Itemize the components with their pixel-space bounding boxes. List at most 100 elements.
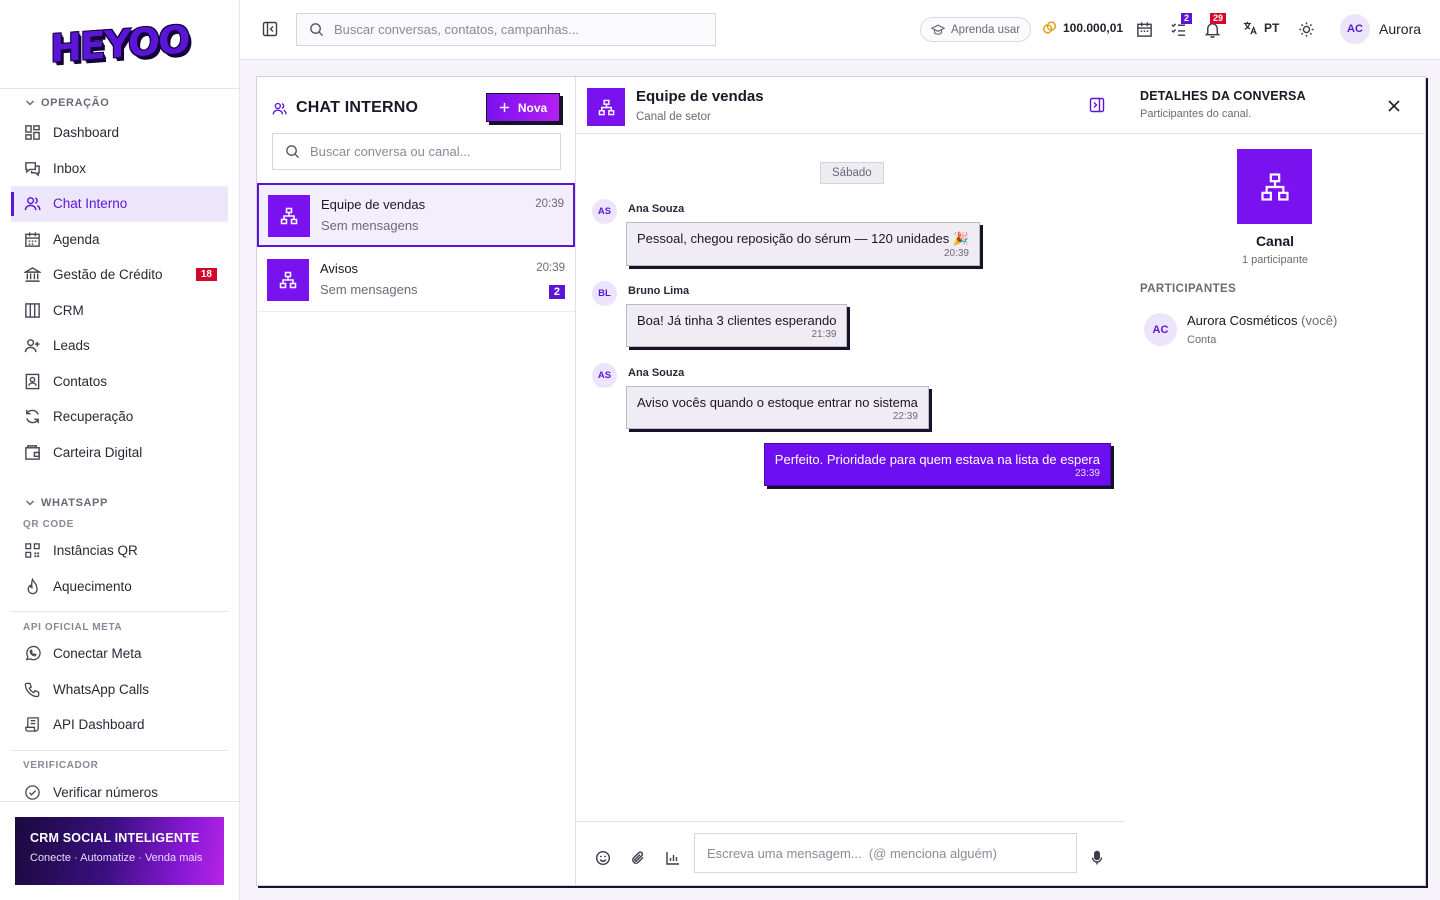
topbar: Aprenda usar 100.000,01 2 29 PT AC Auror…: [240, 0, 1440, 60]
day-separator: Sábado: [820, 162, 884, 184]
hierarchy-icon: [598, 99, 614, 115]
global-search-input[interactable]: [334, 22, 714, 37]
message-text: Aviso vocês quando o estoque entrar no s…: [637, 395, 918, 410]
message-time: 22:39: [892, 411, 918, 422]
unread-badge: 2: [548, 285, 565, 299]
chat-header: Equipe de vendas Canal de setor: [576, 77, 1125, 134]
user-menu[interactable]: AC Aurora: [1340, 14, 1421, 44]
sidebar-item-dashboard[interactable]: Dashboard: [11, 115, 228, 151]
sidebar-item-label: Conectar Meta: [53, 646, 142, 662]
conversation-search[interactable]: [272, 133, 561, 170]
chevron-down-icon: [25, 100, 35, 106]
sidebar-item-inbox[interactable]: Inbox: [11, 151, 228, 187]
coins-icon: [1042, 21, 1057, 34]
sidebar-item-carteira-digital[interactable]: Carteira Digital: [11, 435, 228, 471]
sidebar-item-label: Carteira Digital: [53, 444, 143, 460]
promo-title: CRM SOCIAL INTELIGENTE: [30, 831, 200, 845]
promo-banner[interactable]: CRM SOCIAL INTELIGENTE Conecte · Automat…: [15, 817, 224, 885]
sidebar-item-label: Instâncias QR: [53, 543, 138, 559]
sidebar-item-label: Verificar números: [53, 784, 159, 800]
poll-chart-icon[interactable]: [665, 850, 681, 866]
sidebar-item-label: Contatos: [53, 373, 108, 389]
emoji-icon[interactable]: [595, 850, 611, 866]
avatar: AC: [1340, 14, 1370, 44]
conversation-item[interactable]: Avisos Sem mensagens 20:39 2: [257, 248, 575, 312]
notifications-badge: 29: [1210, 13, 1227, 24]
sidebar-item-whatsapp-calls[interactable]: WhatsApp Calls: [11, 672, 228, 708]
sidebar-item-contatos[interactable]: Contatos: [11, 364, 228, 400]
users-icon: [272, 102, 287, 114]
conversation-time: 20:39: [535, 198, 564, 210]
logo[interactable]: HEYOO: [0, 0, 239, 89]
message-text: Boa! Já tinha 3 clientes esperando: [637, 313, 837, 328]
logo-text: HEYOO: [50, 17, 189, 71]
translate-icon: [1243, 21, 1257, 35]
section-title: OPERAÇÃO: [41, 97, 110, 109]
sun-icon[interactable]: [1298, 21, 1315, 38]
channel-icon-box: [268, 195, 310, 237]
list-header: CHAT INTERNO Nova: [272, 93, 560, 123]
participant-role: Conta: [1187, 334, 1217, 346]
microphone-icon[interactable]: [1089, 850, 1105, 866]
coins-balance[interactable]: 100.000,01: [1042, 20, 1123, 35]
conversation-search-input[interactable]: [310, 144, 560, 159]
sidebar-item-verificar-numeros[interactable]: Verificar números: [11, 775, 228, 803]
message-bubble[interactable]: Boa! Já tinha 3 clientes esperando 21:39: [626, 304, 848, 347]
check-circle-icon: [25, 784, 40, 800]
conversation-time: 20:39: [536, 262, 565, 274]
user-name: Aurora: [1379, 21, 1422, 37]
paperclip-icon[interactable]: [630, 850, 646, 866]
message-input[interactable]: [694, 833, 1077, 873]
close-icon[interactable]: [1387, 99, 1401, 113]
global-search[interactable]: [296, 13, 716, 46]
qr-code-icon: [25, 543, 40, 559]
details-header: DETALHES DA CONVERSA Participantes do ca…: [1125, 77, 1425, 134]
language-switch[interactable]: PT: [1242, 20, 1279, 36]
participant-name: Aurora Cosméticos: [1187, 313, 1298, 328]
own-message-bubble[interactable]: Perfeito. Prioridade para quem estava na…: [763, 443, 1111, 486]
subsection-qr-code: QR CODE: [23, 518, 74, 530]
message-bubble[interactable]: Pessoal, chegou reposição do sérum — 120…: [626, 222, 980, 266]
sidebar-item-instancias-qr[interactable]: Instâncias QR: [11, 533, 228, 569]
sidebar-item-label: API Dashboard: [53, 717, 145, 733]
message-author: Bruno Lima: [628, 285, 690, 297]
section-whatsapp[interactable]: WHATSAPP: [0, 491, 239, 515]
calendar-icon[interactable]: [1136, 21, 1153, 38]
sidebar-item-recuperacao[interactable]: Recuperação: [11, 399, 228, 435]
message-bubble[interactable]: Aviso vocês quando o estoque entrar no s…: [626, 386, 929, 429]
section-operacao[interactable]: OPERAÇÃO: [0, 91, 239, 115]
divider: [11, 611, 228, 612]
subsection-api-meta: API OFICIAL META: [23, 621, 123, 633]
conversation-name: Avisos: [320, 261, 359, 276]
avatar: AS: [592, 199, 617, 224]
plus-icon: [499, 102, 509, 113]
sidebar-item-chat-interno[interactable]: Chat Interno: [11, 186, 228, 222]
coins-value: 100.000,01: [1063, 20, 1124, 35]
chat-subtitle: Canal de setor: [636, 111, 711, 123]
search-icon: [310, 23, 324, 37]
learn-button[interactable]: Aprenda usar: [920, 17, 1032, 42]
sidebar-item-crm[interactable]: CRM: [11, 293, 228, 329]
scroll-doc-icon: [25, 717, 39, 733]
conversation-item[interactable]: Equipe de vendas Sem mensagens 20:39: [257, 183, 575, 247]
calendar-icon: [25, 232, 40, 247]
participants-heading: PARTICIPANTES: [1140, 283, 1237, 295]
sidebar-item-label: CRM: [53, 302, 84, 318]
panel-toggle-icon[interactable]: [1089, 97, 1105, 113]
participant-item[interactable]: AC Aurora Cosméticos (você) Conta: [1144, 313, 1337, 346]
promo-subtitle: Conecte · Automatize · Venda mais: [30, 852, 203, 864]
new-conversation-button[interactable]: Nova: [486, 93, 560, 122]
sidebar-item-api-dashboard[interactable]: API Dashboard: [11, 707, 228, 743]
learn-label: Aprenda usar: [951, 23, 1021, 36]
conversation-body: Avisos Sem mensagens 20:39 2: [320, 258, 565, 302]
divider: [0, 801, 239, 802]
sidebar-toggle-icon[interactable]: [262, 21, 278, 37]
sidebar-item-conectar-meta[interactable]: Conectar Meta: [11, 636, 228, 672]
conversation-preview: Sem mensagens: [320, 282, 418, 297]
sidebar-item-label: WhatsApp Calls: [53, 681, 150, 697]
page-title: CHAT INTERNO: [296, 99, 419, 116]
sidebar-item-gestao-credito[interactable]: Gestão de Crédito 18: [11, 257, 228, 293]
sidebar-item-aquecimento[interactable]: Aquecimento: [11, 569, 228, 605]
sidebar-item-agenda[interactable]: Agenda: [11, 222, 228, 258]
sidebar-item-leads[interactable]: Leads: [11, 328, 228, 364]
